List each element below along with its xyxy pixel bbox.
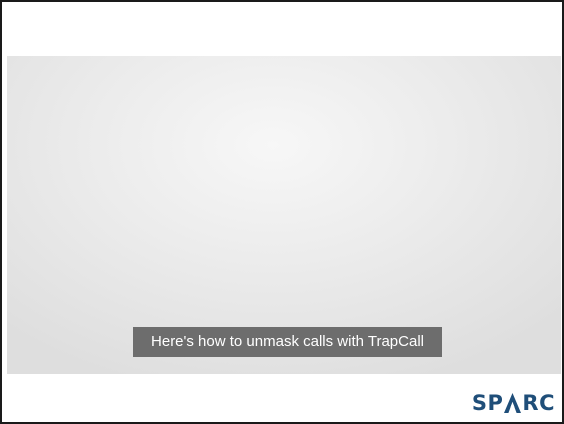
logo-letters-rc: RC [522, 391, 555, 415]
logo-a-mountain-icon [504, 393, 522, 413]
slide-frame: Here's how to unmask calls with TrapCall… [0, 0, 564, 424]
logo-letters-sp: SP [471, 391, 504, 415]
video-caption: Here's how to unmask calls with TrapCall [133, 327, 442, 357]
sparc-logo: SP RC [472, 390, 555, 416]
